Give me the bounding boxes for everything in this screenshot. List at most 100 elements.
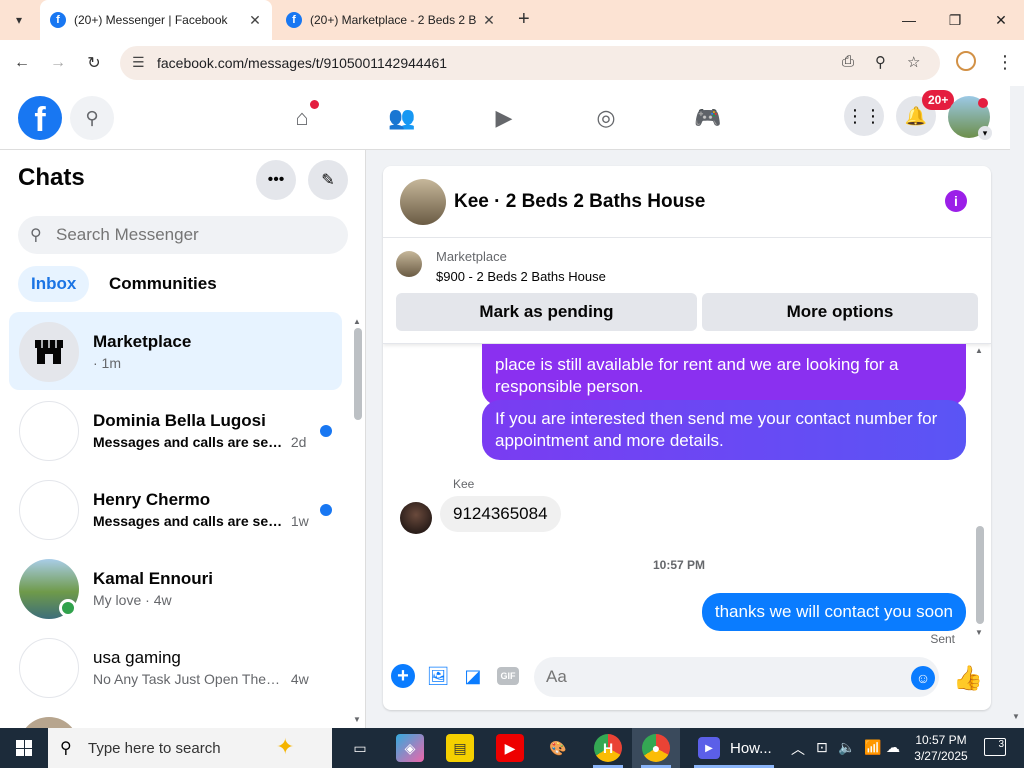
- tab-title: (20+) Marketplace - 2 Beds 2 B: [310, 13, 477, 27]
- chat-name: Kamal Ennouri: [93, 569, 213, 588]
- friends-icon[interactable]: 👥: [386, 102, 418, 134]
- url-text[interactable]: facebook.com/messages/t/9105001142944461: [157, 55, 447, 71]
- scroll-up-icon[interactable]: ▲: [353, 317, 361, 326]
- copilot-icon[interactable]: ◈: [396, 734, 424, 762]
- new-tab-icon[interactable]: +: [518, 8, 530, 31]
- chat-preview-message: Messages and calls are secu...: [93, 434, 283, 450]
- scroll-down-icon[interactable]: ▼: [975, 628, 983, 637]
- outgoing-message[interactable]: place is still available for rent and we…: [482, 344, 966, 406]
- chat-subtitle: · 1m: [93, 355, 121, 371]
- chats-sidebar: Chats ••• ✎ ⚲ Inbox Communities Marketpl…: [0, 150, 366, 728]
- emoji-icon[interactable]: ☺: [911, 666, 935, 690]
- task-view-icon[interactable]: ▭: [346, 734, 374, 762]
- chat-item-usa-gaming[interactable]: usa gaming No Any Task Just Open The lin…: [9, 628, 342, 706]
- avatar[interactable]: [400, 502, 432, 534]
- youtube-icon[interactable]: ▶: [496, 734, 524, 762]
- message-status: Sent: [930, 632, 955, 644]
- install-app-icon[interactable]: ⎙: [842, 53, 854, 70]
- unread-dot: [320, 425, 332, 437]
- chrome-profile-icon[interactable]: H: [594, 734, 622, 762]
- video-app-icon[interactable]: ▶: [698, 737, 720, 759]
- chat-time: 4w: [290, 671, 309, 687]
- facebook-logo-icon[interactable]: f: [18, 96, 62, 140]
- conversation-title[interactable]: Kee · 2 Beds 2 Baths House: [454, 191, 705, 213]
- minimize-icon[interactable]: —: [886, 0, 932, 40]
- sidebar-scrollbar[interactable]: [354, 328, 362, 420]
- chat-preview-message: No Any Task Just Open The lin...: [93, 671, 283, 687]
- message-input-box[interactable]: [534, 657, 939, 697]
- video-icon[interactable]: ▶: [488, 102, 520, 134]
- taskbar-search-placeholder: Type here to search: [88, 740, 221, 757]
- sticky-notes-icon[interactable]: ▤: [446, 734, 474, 762]
- tab-communities[interactable]: Communities: [96, 266, 230, 302]
- incoming-message[interactable]: 9124365084: [440, 496, 561, 532]
- info-icon[interactable]: i: [945, 190, 967, 212]
- tab-inbox[interactable]: Inbox: [18, 266, 90, 302]
- scroll-up-icon[interactable]: ▲: [975, 346, 983, 355]
- page-scroll-down-icon[interactable]: ▼: [1012, 712, 1020, 721]
- gif-icon[interactable]: GIF: [497, 667, 519, 685]
- weather-icon[interactable]: ☁: [886, 739, 900, 756]
- browser-menu-icon[interactable]: ⋮: [996, 52, 1014, 73]
- taskbar-clock[interactable]: 10:57 PM 3/27/2025: [906, 732, 976, 764]
- meet-now-icon[interactable]: ⊡: [816, 739, 828, 756]
- tab-close-icon[interactable]: ✕: [246, 12, 264, 29]
- chat-preview: No Any Task Just Open The lin... 4w: [93, 671, 323, 687]
- zoom-icon[interactable]: ⚲: [875, 53, 886, 71]
- chat-item-henry[interactable]: Henry Chermo Messages and calls are sec.…: [9, 470, 342, 548]
- more-options-button[interactable]: More options: [702, 293, 978, 331]
- gaming-icon[interactable]: 🎮: [692, 102, 724, 134]
- listing-thumbnail[interactable]: [396, 251, 422, 277]
- search-messenger-box[interactable]: ⚲: [18, 216, 348, 254]
- scroll-down-icon[interactable]: ▼: [353, 715, 361, 724]
- close-window-icon[interactable]: ✕: [978, 0, 1024, 40]
- outgoing-message[interactable]: thanks we will contact you soon: [701, 593, 966, 631]
- site-info-icon[interactable]: ☰: [132, 54, 145, 71]
- paint-icon[interactable]: 🎨: [544, 734, 572, 762]
- back-icon[interactable]: ←: [9, 50, 35, 76]
- thumbs-up-icon[interactable]: 👍: [953, 664, 983, 693]
- new-message-icon[interactable]: ✎: [308, 160, 348, 200]
- sticker-icon[interactable]: ◪: [461, 664, 485, 688]
- chat-time: 1w: [290, 513, 309, 529]
- bookmark-star-icon[interactable]: ☆: [907, 53, 920, 71]
- tab-marketplace[interactable]: f (20+) Marketplace - 2 Beds 2 B ✕: [276, 0, 506, 40]
- messages-scrollbar[interactable]: [976, 526, 984, 624]
- chat-item-kamal[interactable]: Kamal Ennouri My love · 4w: [9, 549, 342, 627]
- maximize-icon[interactable]: ❐: [932, 0, 978, 40]
- chat-item-dominia[interactable]: Dominia Bella Lugosi Messages and calls …: [9, 391, 342, 469]
- listing-avatar[interactable]: [400, 179, 446, 225]
- network-icon[interactable]: 📶: [864, 739, 881, 756]
- groups-icon[interactable]: ◎: [590, 102, 622, 134]
- plus-icon[interactable]: +: [391, 664, 415, 688]
- more-options-icon[interactable]: •••: [256, 160, 296, 200]
- chat-item-marketplace[interactable]: Marketplace · 1m: [9, 312, 342, 390]
- mark-as-pending-button[interactable]: Mark as pending: [396, 293, 697, 331]
- menu-grid-icon[interactable]: ⋮⋮: [844, 96, 884, 136]
- chrome-icon[interactable]: ●: [642, 734, 670, 762]
- listing-title[interactable]: $900 - 2 Beds 2 Baths House: [436, 269, 606, 284]
- forward-icon[interactable]: →: [45, 50, 71, 76]
- search-icon: ⚲: [30, 227, 42, 244]
- volume-icon[interactable]: 🔈: [838, 739, 855, 756]
- tray-chevron-up-icon[interactable]: ︿: [791, 739, 805, 759]
- avatar: [19, 480, 79, 540]
- tab-close-icon[interactable]: ✕: [480, 12, 498, 29]
- chat-name: Henry Chermo: [93, 490, 211, 509]
- tab-search-icon[interactable]: ▾: [6, 7, 32, 33]
- tab-messenger[interactable]: f (20+) Messenger | Facebook ✕: [40, 0, 272, 40]
- search-messenger-input[interactable]: [56, 216, 336, 254]
- message-input[interactable]: [546, 657, 886, 697]
- image-icon[interactable]: 🖼: [426, 664, 450, 688]
- reload-icon[interactable]: ↻: [81, 50, 107, 76]
- outgoing-message[interactable]: If you are interested then send me your …: [482, 400, 966, 460]
- address-bar[interactable]: ☰ facebook.com/messages/t/91050011429444…: [120, 46, 940, 80]
- taskbar-window-label[interactable]: How...: [730, 740, 772, 757]
- chevron-down-icon[interactable]: ▾: [978, 126, 992, 140]
- start-button[interactable]: [0, 728, 48, 768]
- taskbar-search[interactable]: ⚲ Type here to search ✦: [48, 728, 332, 768]
- chat-preview-message: Messages and calls are sec...: [93, 513, 283, 529]
- notification-center-icon[interactable]: 3: [984, 738, 1006, 756]
- browser-profile-icon[interactable]: [956, 51, 976, 71]
- facebook-search-icon[interactable]: ⚲: [70, 96, 114, 140]
